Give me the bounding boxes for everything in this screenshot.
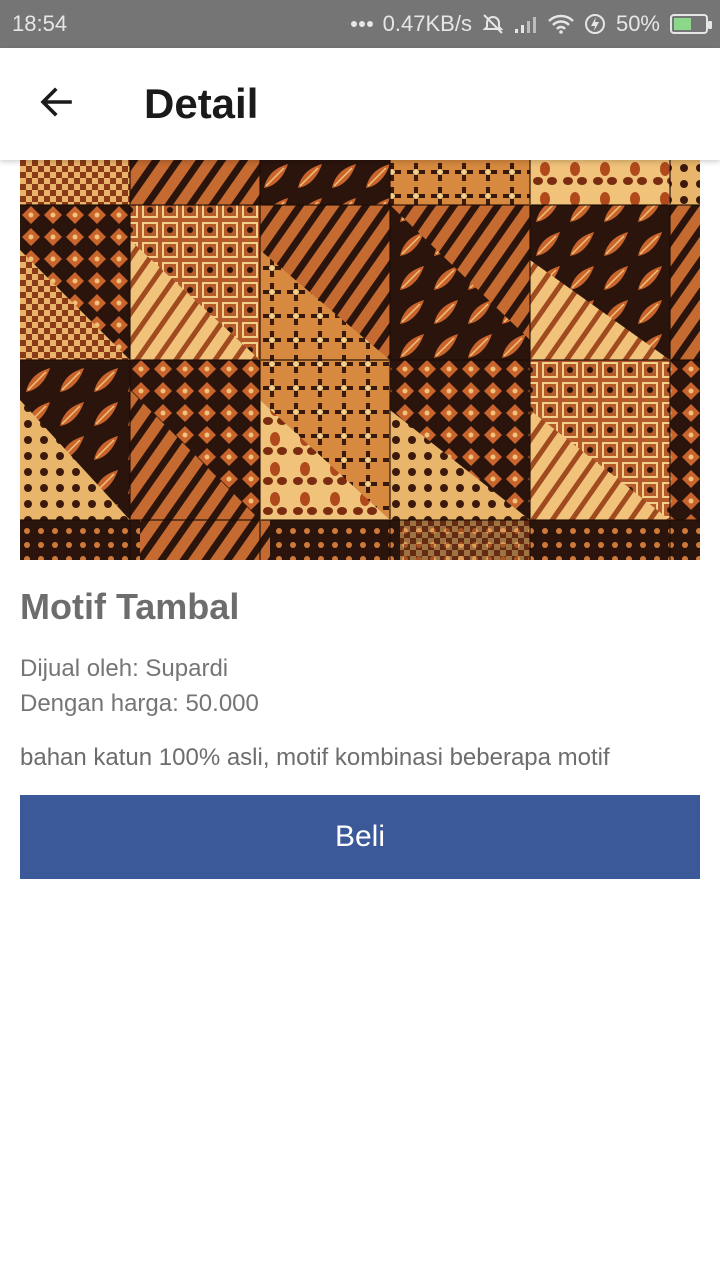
network-speed: 0.47KB/s: [382, 11, 472, 36]
product-image: [20, 160, 700, 560]
product-name: Motif Tambal: [20, 586, 240, 627]
arrow-back-icon: [38, 84, 74, 125]
seller-text: Dijual oleh: Supardi: [20, 655, 229, 682]
wifi-icon: [548, 14, 574, 34]
status-bar: 18:54 0.47KB/s 50%: [0, 0, 720, 48]
alarm-off-icon: [482, 13, 504, 35]
back-button[interactable]: [28, 76, 84, 132]
status-icons: 0.47KB/s 50%: [350, 11, 712, 37]
page-title: Detail: [144, 80, 259, 127]
dots-icon: [350, 20, 373, 28]
description-text: bahan katun 100% asli, motif kombinasi b…: [20, 744, 610, 771]
battery-icon: [670, 14, 712, 34]
battery-percent: 50%: [615, 11, 660, 36]
price-text: Dengan harga: 50.000: [20, 690, 259, 717]
batik-tambal-image: [20, 160, 700, 560]
status-time: 18:54: [12, 11, 68, 36]
buy-button[interactable]: Beli: [20, 795, 700, 879]
charging-icon: [584, 13, 606, 35]
app-bar: Detail: [0, 48, 720, 160]
signal-icon: [514, 14, 538, 34]
